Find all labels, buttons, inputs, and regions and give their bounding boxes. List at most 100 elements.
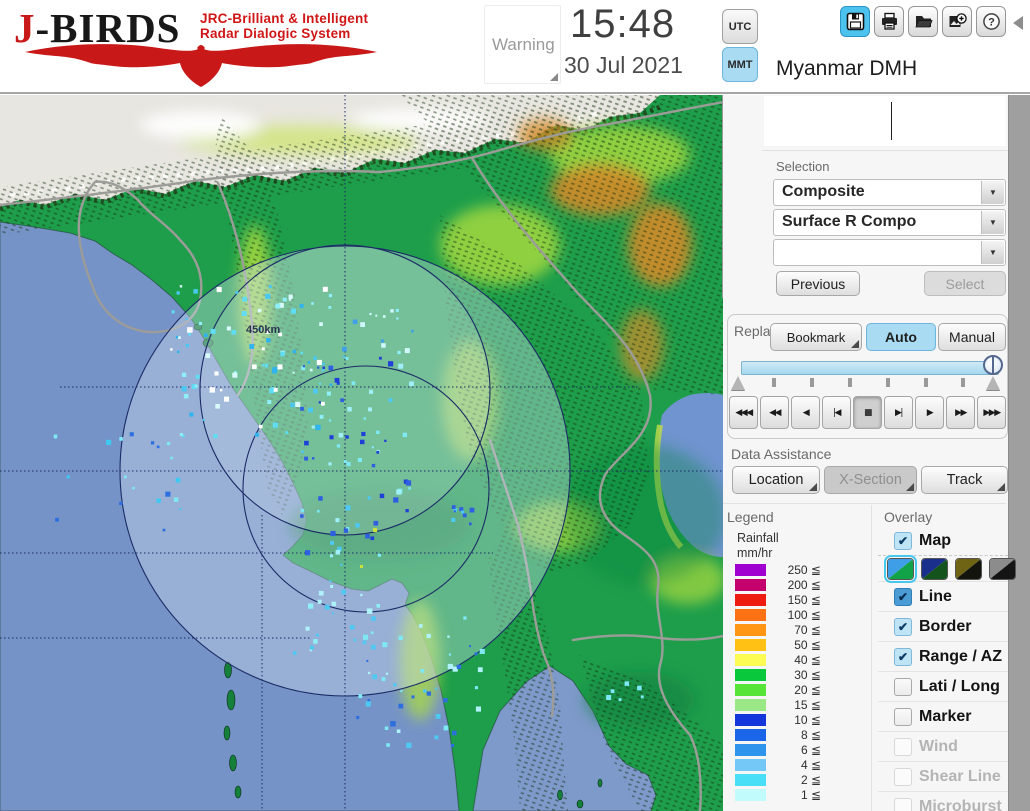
bookmark-button[interactable]: Bookmark [770, 323, 862, 351]
legend-swatch [735, 683, 766, 696]
overlay-row-range-az: ✔ Range / AZ [878, 641, 1008, 671]
product-selector[interactable]: Surface R Compo ▼ [773, 209, 1006, 236]
radar-map-canvas [0, 95, 723, 811]
legend-value: 4 ≦ [800, 757, 821, 772]
logo-slogan-line2: Radar Dialogic System [200, 26, 351, 41]
overlay-item-label: Shear Line [919, 767, 1001, 785]
utc-button[interactable]: UTC [722, 9, 758, 44]
play-reverse-button[interactable]: ◀ [791, 396, 820, 429]
rewind-fast-button[interactable]: ◀◀ [760, 396, 789, 429]
legend-swatch [735, 788, 766, 801]
map-style-olive-swatch[interactable] [955, 557, 982, 580]
legend-scale: 250 ≦ 200 ≦ 150 ≦ 100 ≦ 70 ≦ 50 ≦ 40 ≦ 30 ≦ 20 ≦… [735, 562, 821, 802]
lati-long-checkbox[interactable] [894, 677, 912, 696]
site-selector-value: Composite [782, 183, 865, 200]
legend-row: 1 ≦ [735, 787, 821, 802]
rewind-fastest-button[interactable]: ◀◀◀ [729, 396, 758, 429]
chevron-down-icon[interactable]: ▼ [981, 241, 1004, 264]
overlay-item-label: Microburst [919, 797, 1002, 811]
step-forward-button[interactable]: ▶| [884, 396, 913, 429]
map-style-gray-swatch[interactable] [989, 557, 1016, 580]
map-checkbox[interactable]: ✔ [894, 532, 912, 550]
button-label: X-Section [839, 472, 902, 488]
data-assistance-label: Data Assistance [731, 446, 832, 462]
save-button[interactable] [840, 6, 870, 37]
overlay-row-lati-long: Lati / Long [878, 671, 1008, 701]
timeline-end-marker[interactable] [986, 376, 1000, 390]
open-folder-button[interactable] [908, 6, 938, 37]
help-button[interactable]: ? [976, 6, 1006, 37]
mmt-button[interactable]: MMT [722, 47, 758, 82]
legend-swatch [735, 578, 766, 591]
panel-collapse-icon[interactable] [1013, 16, 1023, 30]
replay-timeline-handle[interactable] [983, 355, 1003, 375]
previous-button[interactable]: Previous [776, 271, 860, 296]
warning-label: Warning [492, 34, 555, 54]
legend-row: 20 ≦ [735, 682, 821, 697]
play-forward-button[interactable]: ▶ [915, 396, 944, 429]
select-button[interactable]: Select [924, 271, 1006, 296]
site-selector[interactable]: Composite ▼ [773, 179, 1006, 206]
chevron-down-icon[interactable]: ▼ [981, 211, 1004, 234]
legend-value: 2 ≦ [800, 772, 821, 787]
legend-row: 4 ≦ [735, 757, 821, 772]
track-button[interactable]: Track [921, 466, 1008, 494]
forward-fastest-button[interactable]: ▶▶▶ [977, 396, 1006, 429]
chevron-down-icon[interactable]: ▼ [981, 181, 1004, 204]
print-button[interactable] [874, 6, 904, 37]
auto-mode-button[interactable]: Auto [866, 323, 936, 351]
radar-map[interactable]: 450km [0, 95, 723, 811]
microburst-checkbox [894, 797, 912, 811]
legend-swatch [735, 728, 766, 741]
clock-date: 30 Jul 2021 [564, 52, 683, 78]
marker-checkbox[interactable] [894, 707, 912, 726]
timeline-tick [810, 378, 814, 387]
legend-value: 200 ≦ [787, 577, 821, 592]
map-style-terrain-swatch[interactable] [884, 554, 917, 583]
legend-swatch [735, 698, 766, 711]
legend-swatch [735, 668, 766, 681]
timeline-tick [772, 378, 776, 387]
menu-grip-icon [906, 483, 914, 491]
legend-value: 8 ≦ [800, 727, 821, 742]
annotation-box[interactable] [764, 96, 1006, 146]
legend-row: 10 ≦ [735, 712, 821, 727]
legend-row: 100 ≦ [735, 607, 821, 622]
legend-label: Legend [727, 509, 774, 525]
line-checkbox[interactable]: ✔ [894, 587, 912, 606]
svg-text:?: ? [988, 16, 995, 28]
timeline-tick [961, 378, 965, 387]
legend-value: 40 ≦ [794, 652, 821, 667]
legend-row: 50 ≦ [735, 637, 821, 652]
legend-value: 20 ≦ [794, 682, 821, 697]
export-image-button[interactable] [942, 6, 972, 37]
overlay-row-wind: Wind [878, 731, 1008, 761]
map-style-dark-swatch[interactable] [921, 557, 948, 580]
manual-mode-button[interactable]: Manual [938, 323, 1006, 351]
stop-button[interactable]: ■ [853, 396, 882, 429]
overlay-options: ✔ Map ✔ Line ✔ Border ✔ Range / AZ Lati / Long Ma… [878, 527, 1016, 811]
sub-product-selector[interactable]: ▼ [773, 239, 1006, 266]
legend-row: 8 ≦ [735, 727, 821, 742]
overlay-item-label: Border [919, 617, 972, 635]
forward-fast-button[interactable]: ▶▶ [946, 396, 975, 429]
step-backward-button[interactable]: |◀ [822, 396, 851, 429]
x-section-button[interactable]: X-Section [824, 466, 917, 494]
range-az-checkbox[interactable]: ✔ [894, 647, 912, 666]
border-checkbox[interactable]: ✔ [894, 617, 912, 636]
legend-row: 150 ≦ [735, 592, 821, 607]
legend-row: 250 ≦ [735, 562, 821, 577]
location-button[interactable]: Location [732, 466, 820, 494]
map-style-swatches [878, 554, 1016, 583]
replay-timeline-track[interactable] [741, 361, 999, 375]
legend-value: 100 ≦ [787, 607, 821, 622]
legend-row: 2 ≦ [735, 772, 821, 787]
site-title: Myanmar DMH [776, 57, 918, 80]
legend-row: 70 ≦ [735, 622, 821, 637]
logo-slogan: JRC-Brilliant & Intelligent Radar Dialog… [200, 11, 368, 41]
timeline-start-marker[interactable] [731, 376, 745, 390]
legend-swatch [735, 623, 766, 636]
legend-value: 10 ≦ [794, 712, 821, 727]
warning-button[interactable]: Warning [484, 5, 561, 84]
legend-unit-line1: Rainfall [737, 531, 779, 545]
